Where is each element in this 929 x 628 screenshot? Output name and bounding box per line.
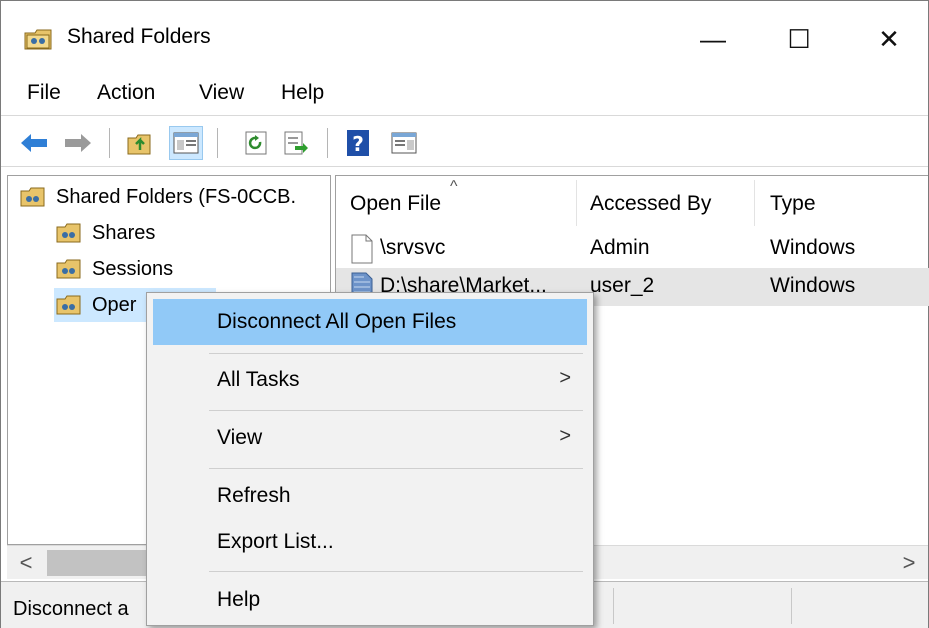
column-label: Open File bbox=[350, 192, 442, 215]
column-header-open-file[interactable]: Open File ^ bbox=[336, 176, 576, 232]
sessions-folder-icon bbox=[56, 259, 81, 279]
refresh-icon bbox=[245, 131, 267, 155]
scroll-left-arrow-icon[interactable]: < bbox=[11, 548, 41, 578]
shares-folder-icon bbox=[56, 223, 81, 243]
cell-accessed-by: Admin bbox=[590, 236, 650, 259]
toolbar-separator bbox=[327, 128, 328, 158]
menu-view[interactable]: View bbox=[199, 81, 244, 105]
menu-item-label: Help bbox=[217, 588, 261, 611]
status-divider bbox=[791, 588, 792, 624]
menu-item-export-list[interactable]: Export List... bbox=[153, 519, 587, 565]
menu-item-label: All Tasks bbox=[217, 368, 300, 391]
chevron-right-icon: > bbox=[559, 425, 571, 447]
menu-item-label: Export List... bbox=[217, 530, 334, 553]
up-folder-icon bbox=[127, 134, 151, 155]
tree-item-root[interactable]: Shared Folders (FS-0CCB. bbox=[20, 180, 296, 214]
cell-type: Windows bbox=[770, 274, 856, 297]
back-arrow-icon bbox=[21, 134, 47, 152]
menu-item-label: Refresh bbox=[217, 484, 291, 507]
tree-item-label: Sessions bbox=[92, 257, 174, 280]
context-menu: Disconnect All Open Files All Tasks > Vi… bbox=[146, 292, 594, 626]
column-header-accessed-by[interactable]: Accessed By bbox=[576, 176, 754, 232]
table-row[interactable]: \srvsvc Admin Windows bbox=[336, 230, 929, 268]
menu-separator bbox=[209, 571, 583, 572]
file-icon bbox=[351, 234, 373, 264]
menu-separator bbox=[209, 353, 583, 354]
menu-bar: File Action View Help bbox=[1, 73, 928, 113]
menu-item-disconnect-all-open-files[interactable]: Disconnect All Open Files bbox=[153, 299, 587, 345]
menu-item-help[interactable]: Help bbox=[153, 577, 587, 623]
tree-item-label: Shared Folders (FS-0CCB. bbox=[56, 185, 297, 208]
menu-help[interactable]: Help bbox=[281, 81, 324, 105]
forward-button[interactable] bbox=[61, 126, 95, 160]
scroll-right-arrow-icon[interactable]: > bbox=[894, 548, 924, 578]
column-label: Accessed By bbox=[590, 192, 712, 215]
chevron-right-icon: > bbox=[559, 367, 571, 389]
menu-separator bbox=[209, 410, 583, 411]
open-files-folder-icon bbox=[56, 295, 81, 315]
close-button[interactable]: ✕ bbox=[859, 19, 919, 59]
status-divider bbox=[613, 588, 614, 624]
minimize-icon: — bbox=[700, 23, 726, 54]
shared-folders-icon bbox=[20, 187, 45, 207]
export-list-button[interactable] bbox=[279, 126, 313, 160]
minimize-button[interactable]: — bbox=[683, 19, 743, 59]
column-divider[interactable] bbox=[754, 180, 755, 226]
cell-type: Windows bbox=[770, 236, 856, 259]
up-level-button[interactable] bbox=[123, 126, 157, 160]
toolbar-separator bbox=[217, 128, 218, 158]
menu-item-label: View bbox=[217, 426, 263, 449]
maximize-button[interactable]: ☐ bbox=[769, 19, 829, 59]
scroll-thumb[interactable] bbox=[47, 550, 157, 576]
menu-action[interactable]: Action bbox=[97, 81, 155, 105]
forward-arrow-icon bbox=[65, 134, 91, 152]
svg-text:?: ? bbox=[352, 132, 364, 156]
menu-separator bbox=[209, 468, 583, 469]
column-header-type[interactable]: Type bbox=[756, 176, 926, 232]
help-button[interactable]: ? bbox=[341, 126, 375, 160]
show-hide-tree-icon bbox=[173, 132, 199, 154]
export-list-icon bbox=[284, 131, 308, 155]
toolbar-separator bbox=[109, 128, 110, 158]
status-text: Disconnect a bbox=[13, 598, 129, 620]
menu-item-label: Disconnect All Open Files bbox=[217, 310, 457, 333]
cell-accessed-by: user_2 bbox=[590, 274, 655, 297]
tree-item-label: Shares bbox=[92, 221, 156, 244]
tree-item-label: Oper bbox=[92, 293, 137, 317]
back-button[interactable] bbox=[17, 126, 51, 160]
title-bar: Shared Folders — ☐ ✕ bbox=[1, 1, 928, 73]
close-icon: ✕ bbox=[878, 23, 900, 54]
menu-item-refresh[interactable]: Refresh bbox=[153, 473, 587, 519]
tree-item-shares[interactable]: Shares bbox=[56, 216, 155, 250]
cell-open-file: \srvsvc bbox=[380, 236, 446, 259]
show-hide-action-pane-icon bbox=[391, 132, 417, 154]
show-hide-tree-button[interactable] bbox=[169, 126, 203, 160]
tree-item-sessions[interactable]: Sessions bbox=[56, 252, 173, 286]
shared-folders-icon bbox=[24, 29, 52, 50]
menu-item-all-tasks[interactable]: All Tasks > bbox=[153, 357, 587, 403]
sort-ascending-icon: ^ bbox=[450, 178, 458, 195]
toolbar: ? bbox=[1, 115, 928, 167]
show-hide-action-pane-button[interactable] bbox=[387, 126, 421, 160]
column-label: Type bbox=[770, 192, 816, 215]
help-icon: ? bbox=[347, 130, 369, 156]
menu-item-view[interactable]: View > bbox=[153, 415, 587, 461]
refresh-button[interactable] bbox=[239, 126, 273, 160]
menu-file[interactable]: File bbox=[27, 81, 61, 105]
maximize-icon: ☐ bbox=[787, 23, 811, 54]
window-title: Shared Folders bbox=[67, 25, 211, 48]
